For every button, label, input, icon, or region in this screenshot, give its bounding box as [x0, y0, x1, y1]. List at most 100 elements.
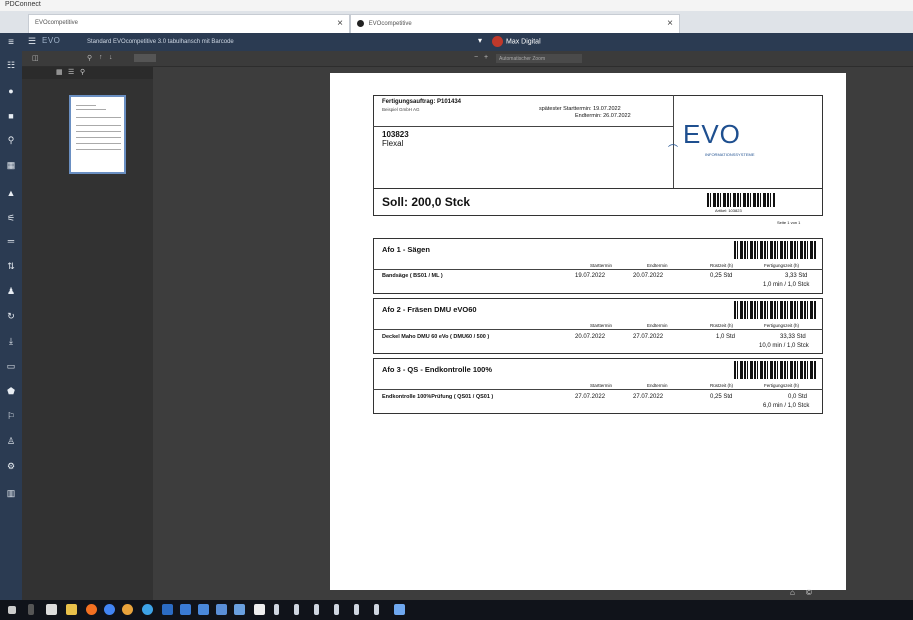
outline-icon[interactable]: ☰ [68, 68, 74, 76]
zoom-select[interactable]: Automatischer Zoom [496, 54, 582, 63]
thumbnails-icon[interactable]: ▦ [56, 68, 63, 76]
sidebar-toggle-icon[interactable]: ◫ [32, 54, 39, 62]
equals-icon[interactable]: ═ [0, 236, 22, 246]
user-icon[interactable]: ♙ [0, 436, 22, 447]
page-number-input[interactable] [134, 54, 156, 62]
app-icon[interactable] [354, 604, 359, 615]
app-icon[interactable] [234, 604, 245, 615]
barcode-image [734, 361, 816, 379]
user-menu[interactable]: Max Digital [492, 36, 541, 47]
prev-page-icon[interactable]: ↑ [99, 54, 103, 61]
end-date: Endtermin: 26.07.2022 [575, 113, 631, 119]
col-time: Fertigungszeit (h) [764, 263, 800, 268]
col-end: Endtermin [647, 263, 668, 268]
col-setup: Rüstzeit (h) [710, 323, 734, 328]
favicon-icon [357, 20, 364, 27]
app-icon[interactable] [216, 604, 227, 615]
calendar-icon[interactable]: ▦ [0, 160, 22, 171]
start-icon[interactable] [8, 606, 16, 614]
taskview-icon[interactable] [46, 604, 57, 615]
browser-tab-2[interactable]: EVOcompetitive × [350, 14, 680, 33]
op-setup: 1,0 Std [716, 334, 736, 340]
close-icon[interactable]: × [667, 18, 673, 29]
machine: Deckel Maho DMU 60 eVo ( DMU60 / 500 ) [382, 334, 490, 340]
warning-icon[interactable]: ▲ [0, 188, 22, 198]
download-icon[interactable]: ⤓ [0, 336, 22, 347]
hamburger-menu-icon[interactable]: ☰ [28, 36, 36, 47]
article-number: 103823 [382, 130, 409, 139]
attachment-icon[interactable]: ⚲ [80, 68, 85, 76]
location-icon[interactable]: ⚐ [0, 411, 22, 422]
swoosh-icon: ⌒ [668, 145, 678, 156]
col-start: Starttermin [590, 263, 613, 268]
next-page-icon[interactable]: ↓ [109, 54, 113, 61]
col-start: Starttermin [590, 383, 613, 388]
op-time: 33,33 Std [780, 334, 806, 340]
firefox-icon[interactable] [86, 604, 97, 615]
app-icon[interactable] [162, 604, 173, 615]
app-icon[interactable] [198, 604, 209, 615]
thumbnail-toolbar: ▦ ☰ ⚲ [22, 67, 153, 79]
circle-icon[interactable]: ● [0, 86, 22, 96]
browser-tab-strip: EVOcompetitive × EVOcompetitive × [0, 11, 913, 33]
refresh-icon[interactable]: ↻ [0, 311, 22, 322]
app-header: ☰ EVO Standard EVOcompetitive 3.0 tabulh… [22, 33, 913, 51]
page-thumbnail[interactable] [69, 95, 126, 174]
app-icon[interactable] [180, 604, 191, 615]
op-start: 27.07.2022 [575, 394, 606, 400]
zoom-out-icon[interactable]: − [474, 54, 478, 61]
folder-icon[interactable]: ▭ [0, 361, 22, 372]
chrome-icon[interactable] [104, 604, 115, 615]
zoom-in-icon[interactable]: + [484, 54, 488, 61]
edge-icon[interactable] [142, 604, 153, 615]
taskbar [0, 600, 913, 620]
viewer-footer: ⌂ © [780, 588, 820, 600]
menu-icon[interactable]: ≡ [0, 37, 22, 48]
search-icon[interactable]: ⚲ [87, 54, 92, 62]
evo-logo: EVO [683, 119, 741, 149]
app-icon[interactable] [294, 604, 299, 615]
transfer-icon[interactable]: ⇅ [0, 261, 22, 272]
chevron-down-icon[interactable]: ▾ [478, 36, 482, 45]
col-end: Endtermin [647, 383, 668, 388]
tab-label: EVOcompetitive [35, 20, 79, 26]
chart-icon[interactable]: ▥ [0, 488, 22, 499]
avatar [492, 36, 503, 47]
app-icon[interactable] [394, 604, 405, 615]
app-icon[interactable] [254, 604, 265, 615]
copyright-icon: © [806, 588, 812, 597]
search-icon[interactable] [28, 604, 34, 615]
operation-title: Afo 1 - Sägen [382, 245, 430, 254]
op-rate: 6,0 min / 1,0 Stck [763, 403, 810, 409]
home-icon[interactable]: ⌂ [790, 588, 795, 597]
col-setup: Rüstzeit (h) [710, 263, 734, 268]
close-icon[interactable]: × [337, 18, 343, 29]
op-rate: 10,0 min / 1,0 Stck [759, 343, 809, 349]
shield-icon[interactable]: ⬟ [0, 386, 22, 397]
browser-tab-1[interactable]: EVOcompetitive × [28, 14, 350, 33]
list-icon[interactable]: ☷ [0, 60, 22, 71]
search-icon[interactable]: ⚲ [0, 135, 22, 146]
app-icon[interactable] [314, 604, 319, 615]
person-icon[interactable]: ♟ [0, 286, 22, 297]
start-date: spätester Starttermin: 19.07.2022 [539, 106, 621, 112]
app-icon[interactable] [374, 604, 379, 615]
op-end: 27.07.2022 [633, 334, 664, 340]
app-icon[interactable] [274, 604, 279, 615]
filter-icon[interactable]: ⚟ [0, 213, 22, 224]
op-start: 20.07.2022 [575, 334, 606, 340]
app-logo: EVO [42, 36, 61, 45]
op-rate: 1,0 min / 1,0 Stck [763, 282, 810, 288]
evo-subtitle: INFORMATIONSSYSTEME [705, 152, 755, 157]
machine: Endkontrolle 100%Prüfung ( QS01 / QS01 ) [382, 394, 494, 400]
app-icon[interactable] [334, 604, 339, 615]
user-name: Max Digital [506, 38, 541, 46]
gear-icon[interactable]: ⚙ [0, 461, 22, 472]
col-time: Fertigungszeit (h) [764, 323, 800, 328]
op-time: 0,0 Std [788, 394, 808, 400]
breadcrumb: Standard EVOcompetitive 3.0 tabulhansch … [87, 39, 234, 45]
explorer-icon[interactable] [66, 604, 77, 615]
app-icon[interactable] [122, 604, 133, 615]
col-start: Starttermin [590, 323, 613, 328]
document-icon[interactable]: ■ [0, 111, 22, 121]
